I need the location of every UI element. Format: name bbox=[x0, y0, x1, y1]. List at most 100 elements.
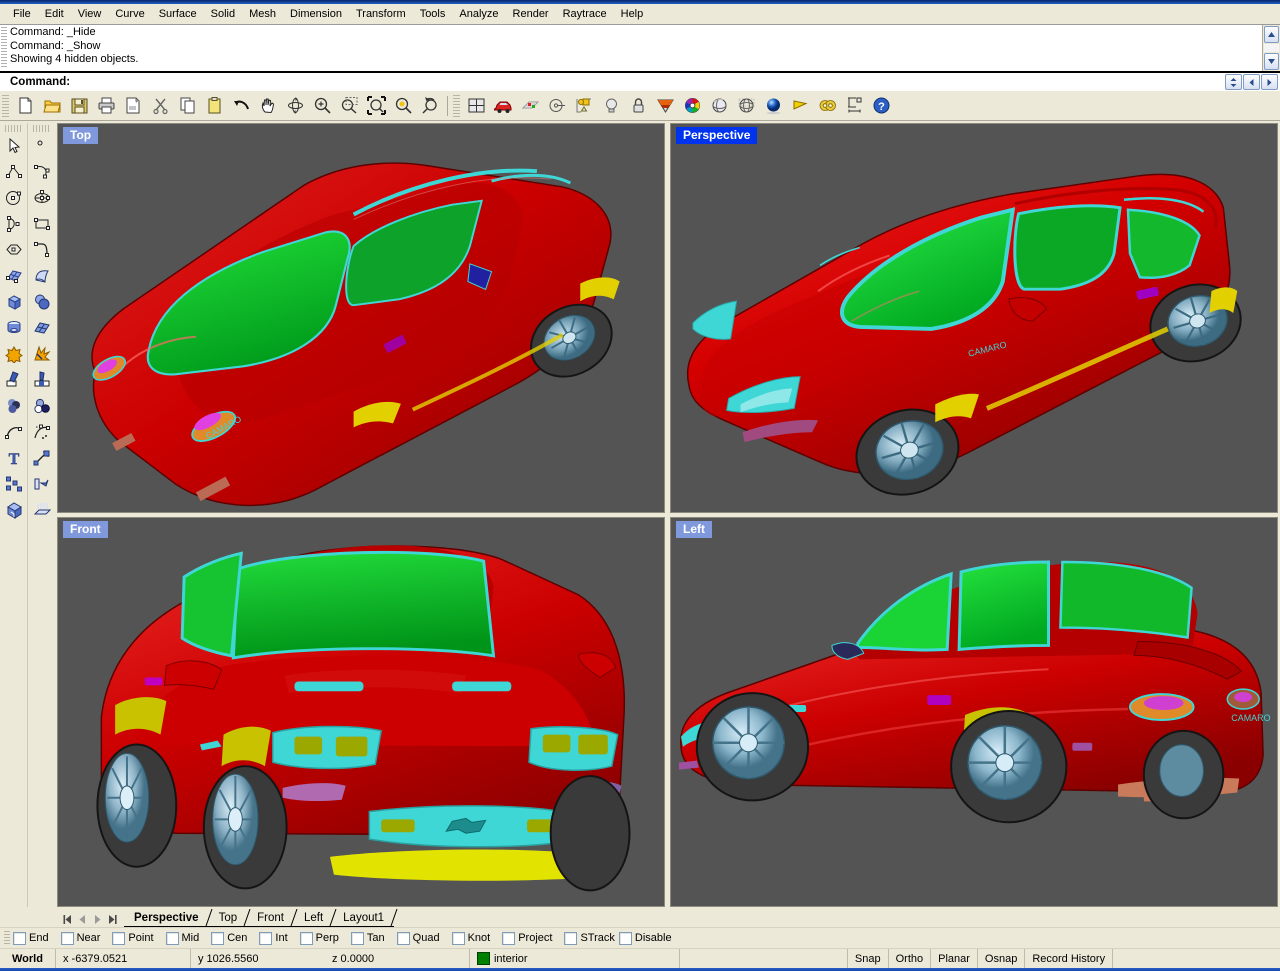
osnap-strack[interactable]: STrack bbox=[564, 931, 615, 945]
extrude-icon[interactable] bbox=[28, 471, 55, 497]
tab-next-icon[interactable] bbox=[92, 914, 103, 925]
zoom-previous-icon[interactable] bbox=[417, 92, 444, 119]
scale-icon[interactable] bbox=[28, 445, 55, 471]
sphere-solid-icon[interactable] bbox=[28, 289, 55, 315]
menu-item-transform[interactable]: Transform bbox=[349, 6, 413, 22]
viewport-top[interactable]: Top CAMARO bbox=[57, 123, 665, 513]
scroll-up-icon[interactable] bbox=[1264, 26, 1279, 43]
osnap-cen[interactable]: Cen bbox=[211, 931, 247, 945]
tab-front[interactable]: Front bbox=[247, 908, 298, 927]
status-toggle-planar[interactable]: Planar bbox=[931, 949, 978, 968]
mesh-plane-icon[interactable] bbox=[28, 315, 55, 341]
pan-hand-icon[interactable] bbox=[255, 92, 282, 119]
osnap-strack-checkbox[interactable] bbox=[564, 931, 578, 945]
menu-item-view[interactable]: View bbox=[71, 6, 109, 22]
point-icon[interactable] bbox=[28, 133, 55, 159]
rectangle-icon[interactable] bbox=[28, 211, 55, 237]
viewport-label-front[interactable]: Front bbox=[63, 521, 108, 538]
osnap-end[interactable]: End bbox=[13, 931, 49, 945]
tab-last-icon[interactable] bbox=[107, 914, 118, 925]
osnap-end-checkbox[interactable] bbox=[13, 931, 26, 945]
boolean-union-icon[interactable] bbox=[0, 341, 27, 367]
array-icon[interactable] bbox=[0, 471, 27, 497]
help-icon[interactable]: ? bbox=[868, 92, 895, 119]
copy-icon[interactable] bbox=[174, 92, 201, 119]
boolean-diff-icon[interactable] bbox=[28, 393, 55, 419]
viewport-front-canvas[interactable] bbox=[58, 518, 664, 906]
viewport-perspective[interactable]: Perspective CAMARO bbox=[670, 123, 1278, 513]
status-toggle-record-history[interactable]: Record History bbox=[1025, 949, 1114, 968]
osnap-knot-checkbox[interactable] bbox=[451, 931, 465, 945]
paste-clipboard-icon[interactable] bbox=[201, 92, 228, 119]
viewport-label-top[interactable]: Top bbox=[63, 127, 99, 144]
undo-arrow-icon[interactable] bbox=[228, 92, 255, 119]
shade-icon[interactable] bbox=[652, 92, 679, 119]
scrollbar-track[interactable] bbox=[1264, 44, 1279, 52]
osnap-near[interactable]: Near bbox=[60, 931, 100, 945]
side-toolbar-grip[interactable] bbox=[33, 125, 50, 132]
osnap-disable[interactable]: Disable bbox=[618, 931, 672, 945]
osnap-int-checkbox[interactable] bbox=[259, 931, 273, 945]
viewport-left-canvas[interactable]: CAMARO bbox=[671, 518, 1277, 906]
print-preview-icon[interactable] bbox=[120, 92, 147, 119]
arc-triangle-icon[interactable] bbox=[0, 211, 27, 237]
new-file-icon[interactable] bbox=[12, 92, 39, 119]
viewport-left[interactable]: Left CAMARO bbox=[670, 517, 1278, 907]
menu-item-surface[interactable]: Surface bbox=[152, 6, 204, 22]
osnap-near-checkbox[interactable] bbox=[60, 931, 74, 945]
menu-item-file[interactable]: File bbox=[6, 6, 38, 22]
osnap-grip[interactable] bbox=[4, 931, 10, 945]
select-arrow-icon[interactable] bbox=[0, 133, 27, 159]
command-prev-icon[interactable] bbox=[1243, 74, 1260, 90]
osnap-mid[interactable]: Mid bbox=[165, 931, 199, 945]
viewport-layout-icon[interactable] bbox=[463, 92, 490, 119]
menu-item-help[interactable]: Help bbox=[614, 6, 651, 22]
circle-icon[interactable] bbox=[0, 185, 27, 211]
menu-item-solid[interactable]: Solid bbox=[204, 6, 242, 22]
osnap-quad-checkbox[interactable] bbox=[396, 931, 410, 945]
zoom-extents-icon[interactable] bbox=[363, 92, 390, 119]
rotate-view-icon[interactable] bbox=[282, 92, 309, 119]
menu-item-analyze[interactable]: Analyze bbox=[452, 6, 505, 22]
properties-icon[interactable] bbox=[544, 92, 571, 119]
options-gear-icon[interactable] bbox=[814, 92, 841, 119]
zoom-selected-icon[interactable] bbox=[390, 92, 417, 119]
trim-icon[interactable] bbox=[28, 367, 55, 393]
ghosted-view-icon[interactable] bbox=[733, 92, 760, 119]
curve-fillet-icon[interactable] bbox=[0, 419, 27, 445]
text-tool-icon[interactable]: T bbox=[0, 445, 27, 471]
viewport-label-perspective[interactable]: Perspective bbox=[676, 127, 758, 144]
ellipse-icon[interactable] bbox=[28, 185, 55, 211]
osnap-disable-checkbox[interactable] bbox=[618, 931, 632, 945]
menu-item-dimension[interactable]: Dimension bbox=[283, 6, 349, 22]
osnap-quad[interactable]: Quad bbox=[396, 931, 440, 945]
zoom-window-icon[interactable] bbox=[336, 92, 363, 119]
open-folder-icon[interactable] bbox=[39, 92, 66, 119]
cylinder-icon[interactable] bbox=[0, 315, 27, 341]
status-toggle-snap[interactable]: Snap bbox=[848, 949, 889, 968]
tab-left[interactable]: Left bbox=[293, 908, 337, 927]
box-edit-icon[interactable] bbox=[0, 497, 27, 523]
extrude-up-icon[interactable] bbox=[28, 497, 55, 523]
menu-item-raytrace[interactable]: Raytrace bbox=[556, 6, 614, 22]
color-wheel-icon[interactable] bbox=[679, 92, 706, 119]
tab-layout1[interactable]: Layout1 bbox=[333, 908, 398, 927]
dimension-icon[interactable] bbox=[841, 92, 868, 119]
command-history-scrollbar[interactable] bbox=[1262, 25, 1280, 71]
lock-icon[interactable] bbox=[625, 92, 652, 119]
light-bulb-icon[interactable] bbox=[598, 92, 625, 119]
osnap-point[interactable]: Point bbox=[112, 931, 154, 945]
status-toggle-ortho[interactable]: Ortho bbox=[889, 949, 932, 968]
camera-icon[interactable] bbox=[787, 92, 814, 119]
osnap-project-checkbox[interactable] bbox=[502, 931, 516, 945]
osnap-project[interactable]: Project bbox=[502, 931, 552, 945]
menu-item-mesh[interactable]: Mesh bbox=[242, 6, 283, 22]
save-icon[interactable] bbox=[66, 92, 93, 119]
viewport-label-left[interactable]: Left bbox=[676, 521, 712, 538]
status-cplane[interactable]: World bbox=[0, 949, 56, 968]
osnap-point-checkbox[interactable] bbox=[112, 931, 126, 945]
render-preview-icon[interactable] bbox=[760, 92, 787, 119]
curve-offset-icon[interactable] bbox=[28, 419, 55, 445]
status-lay[interactable]: interior bbox=[470, 949, 680, 968]
polygon-icon[interactable] bbox=[0, 237, 27, 263]
